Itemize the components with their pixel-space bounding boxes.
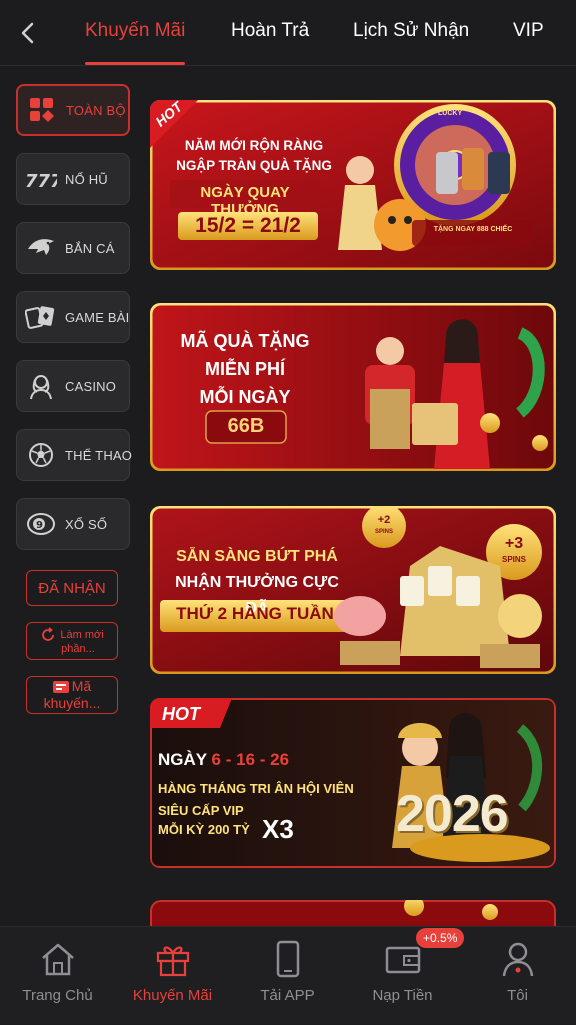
category-the-thao[interactable]: THỂ THAO xyxy=(16,429,133,481)
banner-line-3: THỨ 2 HÀNG TUẦN xyxy=(176,604,334,623)
category-label: NỔ HŨ xyxy=(65,171,108,187)
tab-hoan-tra[interactable]: Hoàn Trả xyxy=(231,20,309,42)
banner-line-1: MÃ QUÀ TẶNG xyxy=(180,331,310,351)
category-label: XỔ SỐ xyxy=(65,516,108,532)
cards-icon xyxy=(25,301,57,333)
promo-code-label-2: khuyến... xyxy=(43,695,101,711)
tab-lich-su-nhan[interactable]: Lịch Sử Nhận xyxy=(353,20,469,42)
slot-777-icon: 777 xyxy=(25,163,57,195)
category-label: GAME BÀI xyxy=(65,309,130,325)
gift-icon xyxy=(153,939,193,979)
nav-trang-chu[interactable]: Trang Chủ xyxy=(0,927,115,1025)
user-icon xyxy=(498,939,538,979)
active-tab-indicator xyxy=(85,62,185,65)
banner-headline: MÃ QUÀ TẶNG MIỄN PHÍ MỖI NGÀY xyxy=(170,327,320,411)
year-label: 2026 xyxy=(396,785,509,843)
category-label: THỂ THAO xyxy=(65,447,133,463)
banner-line-3: NGÀY QUAY THƯỞNG xyxy=(200,184,290,218)
banner-line-3: MỖI NGÀY xyxy=(199,387,291,407)
nav-label: Nạp Tiền xyxy=(372,987,433,1004)
chevron-left-icon xyxy=(21,22,34,44)
spins-coin-2: +3 SPINS xyxy=(492,536,536,568)
days-prefix: NGÀY xyxy=(158,750,207,769)
top-tab-bar: Khuyến Mãi Hoàn Trả Lịch Sử Nhận VIP xyxy=(0,0,576,66)
phone-icon xyxy=(268,939,308,979)
banner-days-row: NGÀY 6 - 16 - 26 xyxy=(158,750,289,770)
shark-icon xyxy=(25,232,57,264)
coin-sub: SPINS xyxy=(501,555,526,564)
category-toan-bo[interactable]: TOÀN BỘ xyxy=(16,84,130,136)
banner-dates: 15/2 = 21/2 xyxy=(195,214,301,237)
nav-label: Tải APP xyxy=(260,987,315,1004)
promo-code-label: Mã xyxy=(71,678,92,694)
home-icon xyxy=(38,939,78,979)
wallet-icon xyxy=(383,939,423,979)
dealer-icon xyxy=(25,370,57,402)
refresh-icon xyxy=(42,627,55,641)
banner-copy: HÀNG THÁNG TRI ÂN HỘI VIÊN SIÊU CẤP VIP xyxy=(158,778,354,822)
multiplier: X3 xyxy=(262,814,294,844)
gift-amount: 66B xyxy=(227,415,265,437)
banner-line-2: NGẬP TRÀN QUÀ TẶNG xyxy=(176,158,332,173)
banner-line-1: SẴN SÀNG BỨT PHÁ xyxy=(176,548,338,565)
hot-badge: HOT xyxy=(162,704,200,724)
ticket-icon xyxy=(52,680,69,693)
banner-headline: NĂM MỚI RỘN RÀNG NGẬP TRÀN QUÀ TẶNG xyxy=(174,136,334,176)
nav-label: Tôi xyxy=(507,987,528,1004)
category-xo-so[interactable]: 9 XỔ SỐ xyxy=(16,498,130,550)
refresh-button[interactable]: Làm mới phần... xyxy=(26,622,118,660)
category-label: BẮN CÁ xyxy=(65,240,115,256)
soccer-ball-icon xyxy=(25,439,57,471)
category-casino[interactable]: CASINO xyxy=(16,360,130,412)
coin-value: +3 xyxy=(504,535,524,552)
nav-khuyen-mai[interactable]: Khuyến Mãi xyxy=(115,927,230,1025)
category-game-bai[interactable]: GAME BÀI xyxy=(16,291,130,343)
nav-label: Trang Chủ xyxy=(22,987,93,1004)
category-label: TOÀN BỘ xyxy=(66,102,126,118)
nav-toi[interactable]: Tôi xyxy=(460,927,575,1025)
category-no-hu[interactable]: 777 NỔ HŨ xyxy=(16,153,130,205)
promo-code-button[interactable]: Mã khuyến... xyxy=(26,676,118,714)
svg-text:777: 777 xyxy=(25,171,57,191)
promo-banner-vip-monthly[interactable]: HOT NGÀY 6 - 16 - 26 HÀNG THÁNG TRI ÂN H… xyxy=(150,698,556,868)
svg-text:9: 9 xyxy=(36,520,43,531)
back-button[interactable] xyxy=(14,18,40,48)
banner-line-2: HÀNG THÁNG TRI ÂN HỘI VIÊN xyxy=(158,781,354,796)
spins-coin-1: +2 SPINS xyxy=(370,514,398,538)
bottom-navigation: Trang Chủ Khuyến Mãi Tải APP Nạp Tiền Tô… xyxy=(0,926,576,1024)
promo-banner-daily-gift-code[interactable]: MÃ QUÀ TẶNG MIỄN PHÍ MỖI NGÀY 66B xyxy=(150,303,556,471)
banner-line-2: MIỄN PHÍ xyxy=(204,359,285,379)
category-ban-ca[interactable]: BẮN CÁ xyxy=(16,222,130,274)
banner-line-4: MỖI KỲ 200 TỶ xyxy=(158,822,250,837)
category-sidebar: TOÀN BỘ 777 NỔ HŨ BẮN CÁ GAME BÀI CASINO… xyxy=(0,66,140,926)
coin-value: +2 xyxy=(377,514,391,526)
nav-label: Khuyến Mãi xyxy=(132,987,213,1004)
nav-tai-app[interactable]: Tải APP xyxy=(230,927,345,1025)
category-label: CASINO xyxy=(65,378,117,394)
refresh-label: Làm mới xyxy=(60,629,104,641)
days-value: 6 - 16 - 26 xyxy=(211,750,290,769)
deposit-bonus-badge: +0.5% xyxy=(416,928,465,948)
lottery-ball-icon: 9 xyxy=(25,508,57,540)
grid-icon xyxy=(26,94,58,126)
banner-line-1: NĂM MỚI RỘN RÀNG xyxy=(184,138,324,153)
promo-banner-weekly-monday[interactable]: SẴN SÀNG BỨT PHÁ NHẬN THƯỞNG CỰC ĐÃ THỨ … xyxy=(150,506,556,674)
banner-line-3: SIÊU CẤP VIP xyxy=(158,803,244,818)
tab-vip[interactable]: VIP xyxy=(513,20,544,42)
received-button[interactable]: ĐÃ NHẬN xyxy=(26,570,118,606)
tab-khuyen-mai[interactable]: Khuyến Mãi xyxy=(85,20,185,42)
coin-sub: SPINS xyxy=(374,529,393,535)
gift-text: TẶNG NGAY 888 CHIẾC xyxy=(433,226,513,233)
refresh-label-2: phần... xyxy=(61,643,95,655)
promo-banner-lucky-wheel[interactable]: HOT NĂM MỚI RỘN RÀNG NGẬP TRÀN QUÀ TẶNG … xyxy=(150,100,556,270)
wheel-label: LUCKY xyxy=(438,110,463,117)
